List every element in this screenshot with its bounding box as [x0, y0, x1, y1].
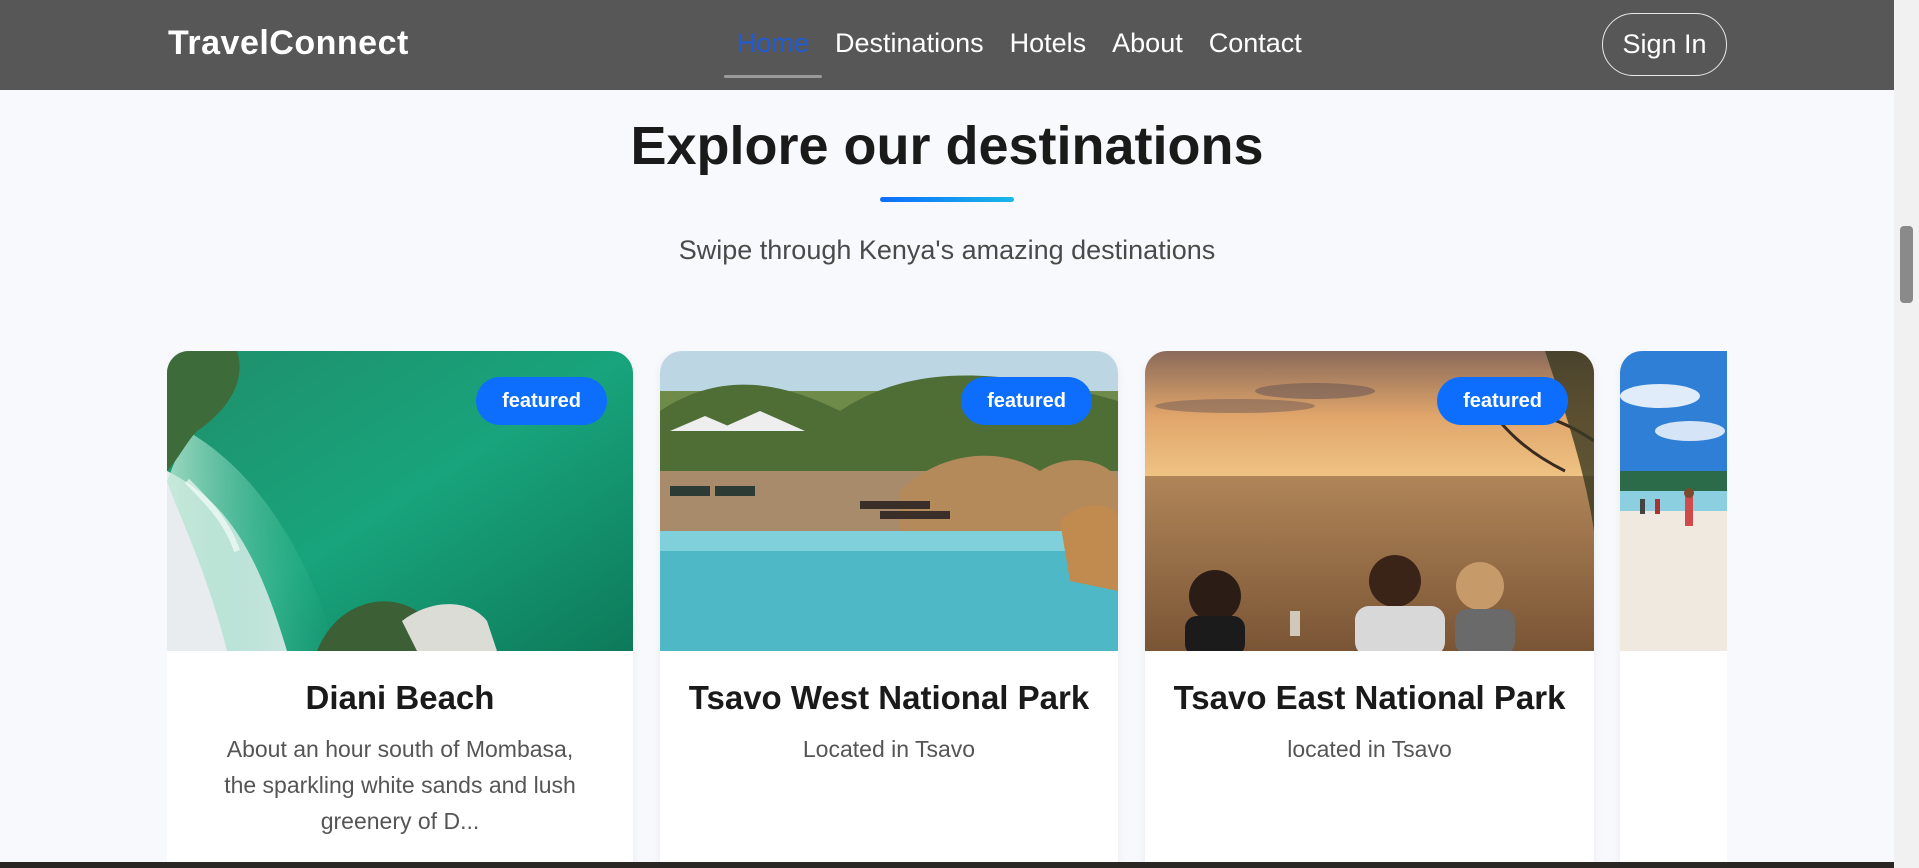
section-title: Explore our destinations — [630, 116, 1264, 176]
card-description: About an hour south of Mombasa, the spar… — [224, 736, 576, 834]
beach-people-image — [1620, 351, 1727, 651]
card-image: featured — [167, 351, 633, 651]
destination-card-tsavo-west[interactable]: featured Tsavo West National Park Locate… — [660, 351, 1118, 868]
nav-links: Home Destinations Hotels About Contact — [724, 0, 1315, 90]
navbar: TravelConnect Home Destinations Hotels A… — [0, 0, 1894, 90]
nav-link-hotels[interactable]: Hotels — [997, 0, 1100, 90]
featured-badge: featured — [961, 377, 1092, 425]
card-title[interactable]: Diani Beach — [167, 679, 633, 717]
destinations-carousel[interactable]: featured Diani Beach About an hour south… — [167, 351, 1727, 868]
destination-card-diani[interactable]: featured Diani Beach About an hour south… — [167, 351, 633, 868]
card-image — [1620, 351, 1727, 651]
destination-card-tsavo-east[interactable]: featured Tsavo East National Park locate… — [1145, 351, 1594, 868]
card-title[interactable]: Tsavo East National Park — [1145, 679, 1594, 717]
nav-link-contact[interactable]: Contact — [1196, 0, 1315, 90]
brand-logo[interactable]: TravelConnect — [168, 24, 409, 63]
card-image: featured — [660, 351, 1118, 651]
featured-badge: featured — [476, 377, 607, 425]
nav-link-about[interactable]: About — [1099, 0, 1196, 90]
nav-link-home[interactable]: Home — [724, 0, 823, 90]
sign-in-button[interactable]: Sign In — [1602, 13, 1727, 76]
title-underline — [880, 197, 1014, 202]
page-scrollbar[interactable] — [1894, 0, 1919, 868]
scrollbar-thumb[interactable] — [1900, 226, 1913, 303]
card-description: Located in Tsavo — [802, 736, 976, 762]
card-title[interactable]: Tsavo West National Park — [660, 679, 1118, 717]
section-subtitle: Swipe through Kenya's amazing destinatio… — [678, 235, 1216, 265]
taskbar-edge — [0, 862, 1894, 868]
card-image: featured — [1145, 351, 1594, 651]
featured-badge: featured — [1437, 377, 1568, 425]
nav-link-destinations[interactable]: Destinations — [822, 0, 997, 90]
card-description: located in Tsavo — [1287, 736, 1452, 762]
destination-card-partial[interactable] — [1620, 351, 1727, 868]
